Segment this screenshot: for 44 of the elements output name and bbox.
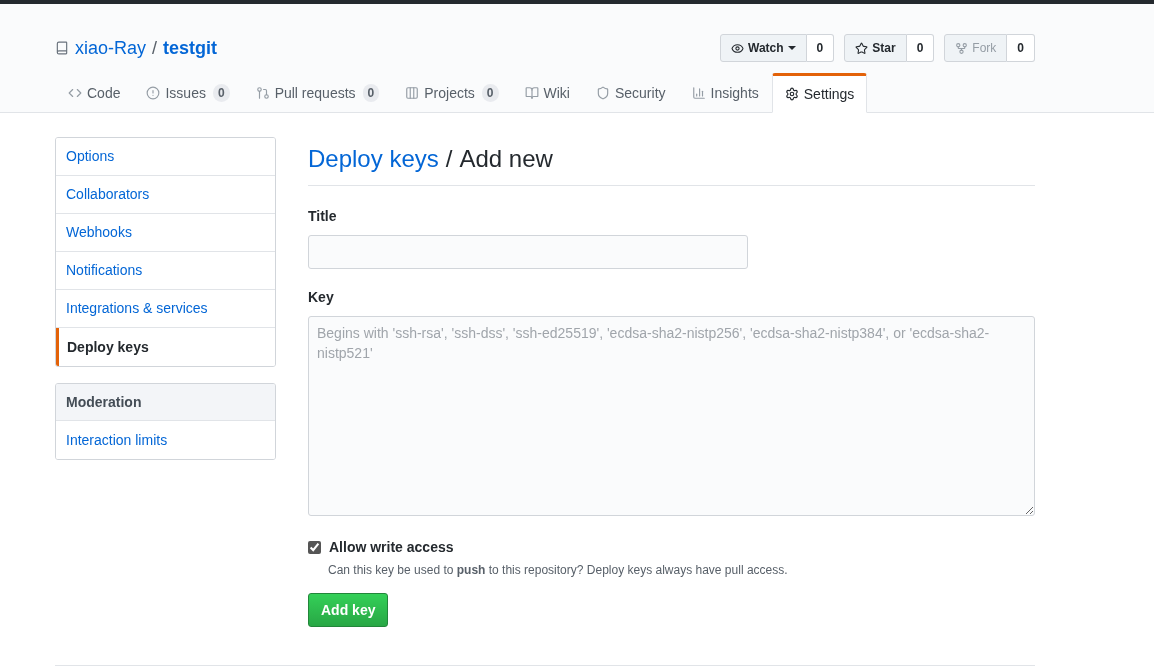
pull-request-icon <box>255 86 270 100</box>
project-board-icon <box>405 86 420 100</box>
repo-tab[interactable]: Code <box>55 73 134 113</box>
write-access-checkbox[interactable] <box>308 541 321 554</box>
owner-link[interactable]: xiao-Ray <box>75 34 147 62</box>
fork-icon <box>955 41 969 55</box>
social-count[interactable]: 0 <box>806 34 835 62</box>
repo-tab[interactable]: Insights <box>678 73 772 113</box>
tab-counter: 0 <box>212 84 230 102</box>
repo-tab[interactable]: Issues 0 <box>133 73 243 113</box>
checkbox-note: Can this key be used to push to this repository? Deploy keys always have pull access. <box>328 562 789 579</box>
repo-tab[interactable]: Projects 0 <box>392 73 512 113</box>
bar-chart-icon <box>691 86 706 100</box>
eye-icon <box>731 41 745 55</box>
repo-tab[interactable]: Wiki <box>511 73 583 113</box>
tab-counter: 0 <box>481 84 499 102</box>
breadcrumb-link[interactable]: Deploy keys <box>308 141 439 177</box>
sidebar-item[interactable]: Options <box>56 138 275 176</box>
path-separator: / <box>152 36 158 60</box>
repo-tab[interactable]: Pull requests 0 <box>242 73 393 113</box>
sidebar-item[interactable]: Deploy keys <box>56 328 275 366</box>
repo-icon <box>55 41 69 55</box>
caret-icon <box>787 46 796 50</box>
repo-tab[interactable]: Security <box>582 73 679 113</box>
social-count[interactable]: 0 <box>906 34 935 62</box>
repo-action-button[interactable]: Watch <box>720 34 807 62</box>
code-icon <box>68 86 82 100</box>
field-label: Title <box>308 207 338 226</box>
menu-heading: Moderation <box>56 384 275 421</box>
tab-counter: 0 <box>362 84 380 102</box>
key-textarea[interactable]: Begins with 'ssh-rsa', 'ssh-dss', 'ssh-ed25519', 'ecdsa-sha2-nistp256', 'ecdsa-sha2-nistp384', or 'ecdsa-sha2-nistp521' <box>308 316 1035 516</box>
checkbox-label: Allow write access <box>329 538 454 557</box>
repo-tab[interactable]: Settings <box>771 73 868 113</box>
field-label: Key <box>308 288 335 307</box>
settings-icon <box>784 87 799 101</box>
repo-name-link[interactable]: testgit <box>163 34 218 62</box>
breadcrumb-separator: / <box>445 144 453 174</box>
page-title: Add new <box>459 144 553 174</box>
star-icon <box>855 41 869 55</box>
repo-action-button[interactable]: Star <box>844 34 907 62</box>
title-input[interactable] <box>308 235 748 269</box>
book-icon <box>524 86 539 100</box>
alert-icon <box>146 86 161 100</box>
shield-icon <box>595 86 610 100</box>
